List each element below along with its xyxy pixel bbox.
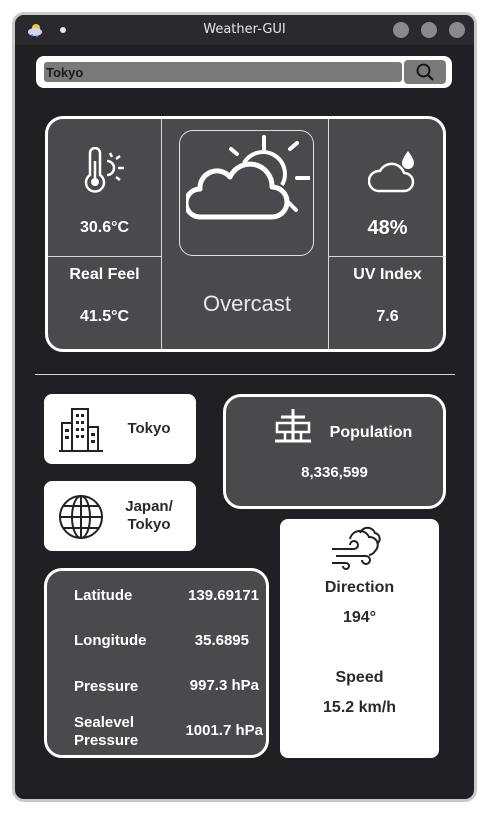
search-bar	[36, 56, 452, 88]
temperature-value: 30.6°C	[79, 219, 130, 236]
panel-divider-h-right	[329, 256, 446, 257]
sealevel-label-line-1: Sealevel	[74, 714, 135, 731]
uv-index-value: 7.6	[376, 308, 399, 325]
thermometer-sun-icon	[84, 147, 124, 193]
population-card: Population 8,336,599	[223, 394, 446, 509]
latitude-label: Latitude	[74, 587, 133, 604]
coordinates-card: Latitude 139.69171 Longitude 35.6895 Pre…	[44, 568, 269, 758]
condition-text: Overcast	[202, 291, 292, 316]
wind-speed-label: Speed	[335, 669, 384, 686]
close-button[interactable]	[449, 22, 465, 38]
population-label: Population	[329, 424, 413, 441]
weather-stats-panel: 30.6°C Real Feel 41.5°C Overcast 48% UV …	[45, 116, 446, 352]
pressure-value: 997.3 hPa	[189, 677, 259, 694]
app-window: Weather-GUI 30.6°C Real Feel	[12, 12, 477, 802]
wind-speed-value: 15.2 km/h	[323, 699, 396, 716]
real-feel-label: Real Feel	[69, 266, 140, 283]
population-value: 8,336,599	[301, 464, 368, 481]
wind-direction-value: 194°	[342, 609, 377, 626]
pressure-label: Pressure	[74, 678, 139, 695]
region-card: Japan/ Tokyo	[44, 481, 196, 551]
wind-card: Direction 194° Speed 15.2 km/h	[280, 519, 439, 758]
wind-direction-label: Direction	[324, 579, 395, 596]
population-icon	[275, 409, 311, 443]
panel-divider-left	[161, 119, 162, 349]
longitude-value: 35.6895	[194, 632, 249, 649]
cloud-sun-icon	[186, 135, 310, 220]
title-bar: Weather-GUI	[15, 15, 474, 45]
humidity-cloud-icon	[368, 151, 415, 193]
uv-index-label: UV Index	[353, 266, 422, 283]
globe-icon	[59, 495, 103, 539]
wind-cloud-icon	[332, 526, 381, 570]
city-buildings-icon	[59, 408, 103, 452]
search-input[interactable]	[44, 62, 402, 82]
city-name: Tokyo	[127, 420, 171, 437]
section-divider	[35, 374, 455, 375]
region-line-2: Tokyo	[127, 516, 171, 533]
region-line-1: Japan/	[125, 498, 173, 515]
sealevel-value: 1001.7 hPa	[185, 722, 263, 739]
city-card: Tokyo	[44, 394, 196, 464]
humidity-value: 48%	[367, 217, 408, 239]
condition-icon-box	[179, 130, 314, 256]
search-icon	[416, 63, 434, 81]
latitude-value: 139.69171	[188, 587, 259, 604]
real-feel-value: 41.5°C	[79, 308, 130, 325]
minimize-button[interactable]	[393, 22, 409, 38]
sealevel-label-line-2: Pressure	[74, 732, 139, 749]
maximize-button[interactable]	[421, 22, 437, 38]
search-button[interactable]	[404, 60, 446, 84]
longitude-label: Longitude	[74, 632, 147, 649]
panel-divider-h-left	[48, 256, 161, 257]
